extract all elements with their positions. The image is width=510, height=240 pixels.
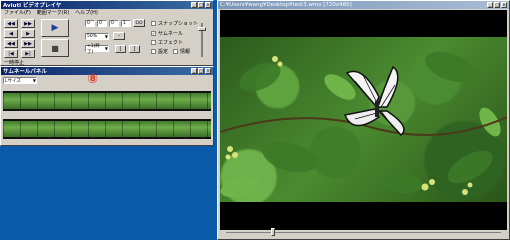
minus-icon: -: [118, 33, 120, 39]
menu-range-mark[interactable]: 範囲マーク(R): [37, 9, 69, 16]
checkbox-box: [151, 49, 156, 54]
play-icon: ▶: [51, 23, 59, 33]
close-button[interactable]: ×: [205, 68, 211, 74]
step-forward-icon: ▶: [26, 30, 30, 37]
jump-start-button[interactable]: |◀: [4, 49, 18, 58]
zoom-minus-button[interactable]: -: [113, 32, 125, 40]
player-titlebar[interactable]: Aviutl ビデオプレイヤ _ □ ×: [1, 1, 213, 9]
bracket-left-icon: [: [119, 46, 122, 52]
chevron-down-icon: ▼: [32, 78, 36, 83]
player-title: Aviutl ビデオプレイヤ: [3, 3, 62, 9]
bracket-right-icon: ]: [133, 46, 136, 52]
next-mark-button[interactable]: ▶▶: [21, 19, 35, 28]
volume-thumb[interactable]: [198, 27, 206, 31]
time-second-field[interactable]: 0: [109, 20, 119, 27]
chevron-down-icon: ▼: [104, 34, 108, 39]
step-back-button[interactable]: ◀: [4, 29, 18, 38]
fast-forward-icon: ▶▶: [24, 40, 32, 47]
thumbnail-label: サムネール: [158, 31, 183, 37]
maximize-button[interactable]: □: [198, 2, 204, 8]
video-player-window: Aviutl ビデオプレイヤ _ □ × ファイル(F) 範囲マーク(R) ヘル…: [0, 0, 214, 66]
player-menubar: ファイル(F) 範囲マーク(R) ヘルプ(H): [1, 9, 213, 16]
minimize-button[interactable]: _: [191, 2, 197, 8]
seekbar-thumb[interactable]: [271, 228, 275, 236]
seekbar-track: [226, 232, 501, 233]
jump-end-button[interactable]: ▶|: [21, 49, 35, 58]
butterfly: [343, 65, 405, 137]
rewind-button[interactable]: ◀◀: [4, 39, 18, 48]
thumbnail-size-value: Lサイズ: [5, 78, 21, 84]
butterfly-image: [220, 51, 507, 198]
thumbnail-strip-bottom[interactable]: [3, 119, 211, 139]
step-back-icon: ◀: [9, 30, 13, 37]
checkmark-icon: ✓: [151, 31, 156, 36]
thumbnail-size-select[interactable]: Lサイズ ▼: [3, 77, 37, 84]
pause-status-label: 一時停止: [4, 60, 25, 66]
annotation-badge: ⑧: [87, 72, 99, 87]
settings-checkbox[interactable]: 設定: [151, 48, 168, 55]
info-label: 情報: [180, 49, 191, 55]
menu-help[interactable]: ヘルプ(H): [75, 9, 98, 16]
close-button[interactable]: ×: [501, 2, 507, 8]
checkbox-box: [173, 49, 178, 54]
frame-step-select[interactable]: +1(終了) ▼: [85, 43, 109, 55]
speed-value: 50%: [87, 34, 98, 39]
close-button[interactable]: ×: [205, 2, 211, 8]
thumbnail-strip-top[interactable]: [3, 91, 211, 111]
video-seekbar[interactable]: [220, 227, 507, 237]
go-button[interactable]: GO: [133, 19, 145, 27]
prev-mark-button[interactable]: ◀◀: [4, 19, 18, 28]
jump-start-icon: |◀: [8, 50, 14, 57]
skip-forward-icon: ▶▶: [24, 20, 32, 27]
time-frame-field[interactable]: 1: [121, 20, 131, 27]
speed-select[interactable]: 50% ▼: [85, 33, 109, 40]
minimize-button[interactable]: _: [191, 68, 197, 74]
time-hour-field[interactable]: 0: [85, 20, 95, 27]
info-checkbox[interactable]: 情報: [173, 48, 190, 55]
video-frame: [220, 37, 507, 202]
fast-forward-button[interactable]: ▶▶: [21, 39, 35, 48]
step-forward-button[interactable]: ▶: [21, 29, 35, 38]
play-button[interactable]: ▶: [41, 19, 69, 37]
maximize-button[interactable]: □: [494, 2, 500, 8]
checkbox-box: [151, 21, 156, 26]
checkbox-box: [151, 40, 156, 45]
video-title: C:¥Users¥wang¥Desktop¥test3.wmv [720x480…: [220, 2, 352, 8]
jump-end-icon: ▶|: [25, 50, 31, 57]
settings-label: 設定: [158, 49, 169, 55]
frame-step-value: +1(終了): [87, 43, 100, 55]
snapshot-label: スナップショット: [158, 21, 199, 27]
snapshot-checkbox[interactable]: スナップショット: [151, 20, 198, 27]
menu-file[interactable]: ファイル(F): [4, 9, 31, 16]
minimize-button[interactable]: _: [487, 2, 493, 8]
mark-end-button[interactable]: ]: [129, 45, 140, 53]
mark-start-button[interactable]: [: [115, 45, 126, 53]
rewind-icon: ◀◀: [7, 40, 15, 47]
chevron-down-icon: ▼: [104, 46, 108, 51]
time-minute-field[interactable]: 0: [97, 20, 107, 27]
maximize-button[interactable]: □: [198, 68, 204, 74]
thumbnail-checkbox[interactable]: ✓ サムネール: [151, 30, 183, 37]
stop-icon: ■: [51, 43, 59, 53]
skip-back-icon: ◀◀: [7, 20, 15, 27]
effect-label: エフェクト: [158, 40, 184, 46]
thumbnail-panel-window: サムネールパネル _ □ × Lサイズ ▼ ⑧: [0, 66, 214, 146]
thumbnail-titlebar[interactable]: サムネールパネル _ □ ×: [1, 67, 213, 75]
strip-divider: [3, 111, 211, 117]
video-display-window: C:¥Users¥wang¥Desktop¥test3.wmv [720x480…: [217, 0, 510, 240]
stop-button[interactable]: ■: [41, 39, 69, 57]
effect-checkbox[interactable]: エフェクト: [151, 39, 183, 46]
video-titlebar[interactable]: C:¥Users¥wang¥Desktop¥test3.wmv [720x480…: [218, 1, 509, 9]
